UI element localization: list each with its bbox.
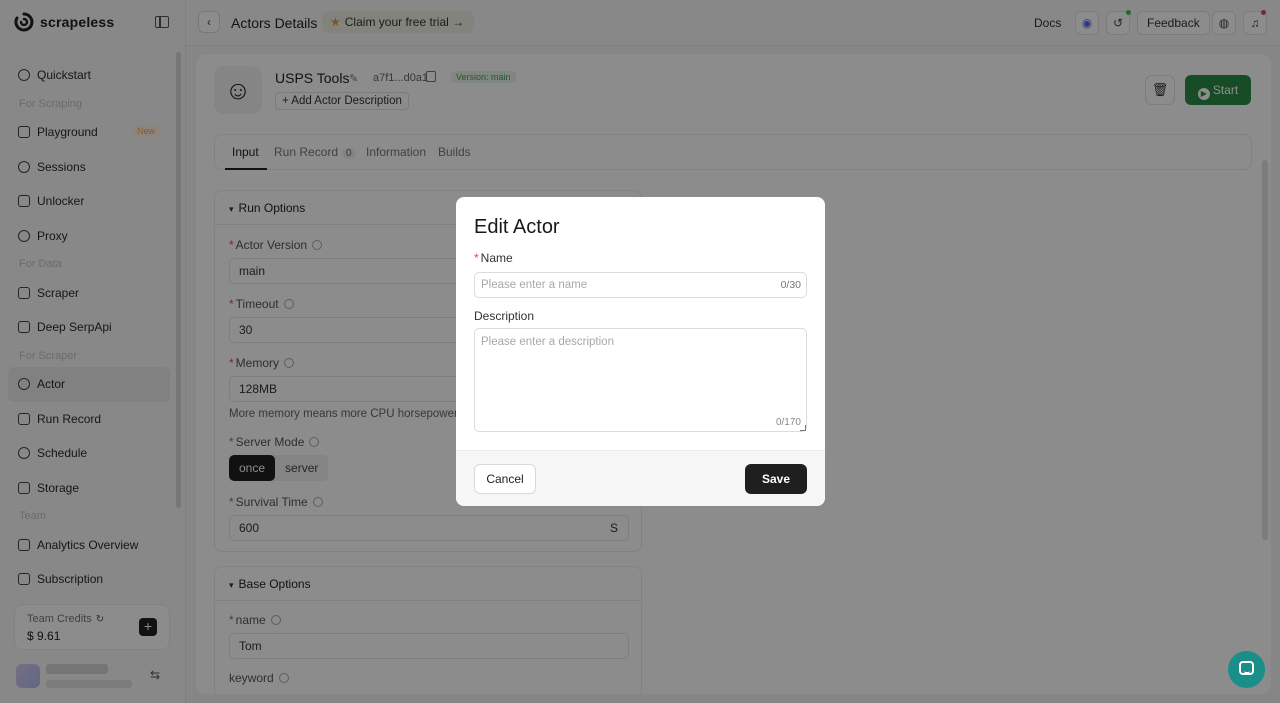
chat-icon: [1239, 661, 1254, 675]
name-field-label: * Name: [474, 251, 513, 265]
edit-actor-modal: Edit Actor *Name 0/30 Description 0/170 …: [456, 197, 825, 506]
description-char-count: 0/170: [775, 417, 801, 428]
description-field-label: Description: [474, 309, 535, 323]
actor-name-input[interactable]: [474, 272, 807, 298]
cancel-button[interactable]: Cancel: [474, 464, 536, 494]
modal-title: Edit Actor: [474, 216, 560, 238]
actor-description-textarea[interactable]: [474, 328, 807, 432]
resize-handle-icon[interactable]: [800, 425, 806, 431]
support-chat-button[interactable]: [1228, 651, 1265, 688]
modal-footer: Cancel Save: [456, 450, 825, 506]
save-button[interactable]: Save: [745, 464, 807, 494]
name-char-count: 0/30: [780, 279, 801, 291]
